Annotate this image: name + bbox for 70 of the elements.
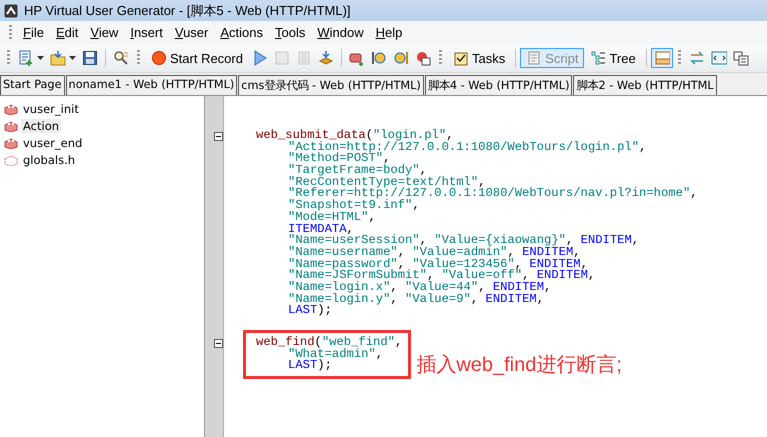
stop-icon [274,50,290,66]
code-window-icon [710,50,727,66]
dotted-brick-icon [4,154,18,166]
panel-icon [654,50,670,66]
document-tab[interactable]: noname1 - Web (HTTP/HTML) [66,75,238,95]
code-line: "Name=JSFormSubmit", "Value=off", ENDITEM, [287,270,596,282]
menu-item[interactable]: Tools [269,23,312,42]
code-line: LAST); [287,360,332,372]
menu-item[interactable]: Edit [50,23,84,42]
menu-item[interactable]: Help [370,23,408,42]
toolbar-grip [137,50,140,66]
annotation-text: 插入web_find进行断言; [416,353,622,378]
code-line: "Mode=HTML", [287,212,376,224]
open-folder-icon [50,50,66,66]
record-icon [151,50,167,66]
tree-item[interactable]: globals.h [21,152,78,166]
tree-view-icon [590,50,606,66]
code-line: "Name=login.x", "Value=44", ENDITEM, [287,282,552,294]
code-line: "Name=userSession", "Value={xiaowang}", ENDITEM, [287,235,640,247]
code-line: "Snapshot=t9.inf", [287,200,420,212]
code-line: web_submit_data("login.pl", [256,130,454,142]
clipboard-check-icon [452,50,469,66]
tree-item[interactable]: vuser_end [21,136,84,150]
new-script-icon [18,50,34,66]
code-line: "RecContentType=text/html", [287,176,486,188]
code-line: "Name=login.y", "Value=9", ENDITEM, [287,294,544,306]
document-tab[interactable]: cms登录代码 - Web (HTTP/HTML) [238,75,424,95]
menu-grip [9,24,12,40]
app-icon [4,4,18,18]
code-line: "Referer=http://127.0.0.1:1080/WebTours/nav.pl?in=home", [287,188,698,200]
swap-arrows-icon [688,50,705,66]
code-line: "Action=http://127.0.0.1:1080/WebTours/login.pl", [287,142,646,154]
toolbar-button[interactable]: Tasks [446,48,512,68]
caret-icon [69,56,76,60]
code-line: "Name=username", "Value=admin", ENDITEM, [287,246,581,259]
code-line: "Name=password", "Value=123456", ENDITEM, [287,258,588,270]
window-title: HP Virtual User Generator - [脚本5 - Web (HTTP/HTML)] [24,2,351,20]
brick-icon [4,102,18,114]
play-icon [252,50,268,66]
document-tab[interactable]: Start Page [0,75,65,95]
code-line: ITEMDATA, [287,224,354,236]
brick-icon [4,120,18,132]
collapse-icon[interactable] [214,132,223,141]
toolbar-grip [438,50,442,66]
toolbar-grip [7,50,10,66]
code-line: "Method=POST", [287,153,390,166]
tree-item[interactable]: Action [21,118,62,132]
brick-icon [4,136,18,148]
menu-item[interactable]: Actions [214,23,269,42]
menu-item[interactable]: Window [311,23,370,42]
code-line: web_find("web_find", [256,337,402,349]
code-line: LAST); [287,305,332,317]
tree-item[interactable]: vuser_init [21,102,81,116]
code-line: "TargetFrame=body", [287,165,427,177]
collapse-icon[interactable] [214,339,223,348]
toolbar-grip [678,50,681,66]
menu-item[interactable]: Insert [124,23,169,42]
save-icon [82,50,98,66]
pause-icon [296,50,312,66]
toolbar-button[interactable]: Start Record [145,48,249,68]
code-line: "What=admin", [287,348,384,360]
toolbar-button[interactable]: Tree [584,48,642,68]
find-icon [113,50,129,66]
menu-item[interactable]: File [17,23,50,42]
windows-icon [732,50,749,66]
document-tab[interactable]: 脚本2 - Web (HTTP/HTML [573,75,717,95]
menu-item[interactable]: View [84,23,124,42]
document-tab[interactable]: 脚本4 - Web (HTTP/HTML) [424,75,572,95]
caret-icon [37,56,44,60]
menu-item[interactable]: Vuser [168,23,214,42]
